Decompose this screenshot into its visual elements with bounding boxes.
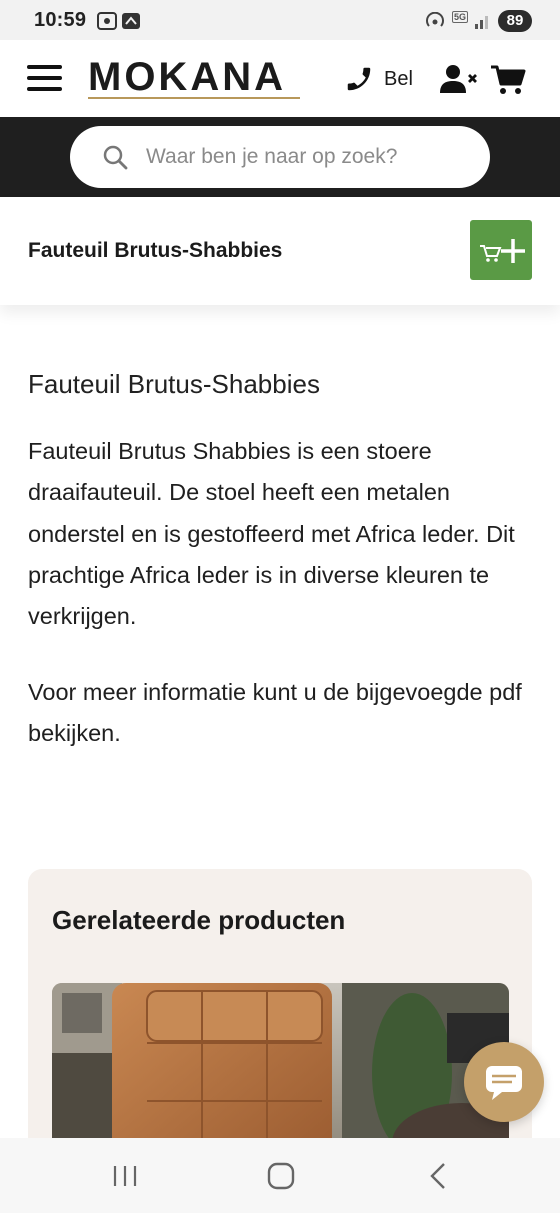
call-label: Bel bbox=[384, 67, 413, 90]
search-input[interactable] bbox=[146, 145, 466, 169]
screenshot-icon bbox=[97, 12, 117, 30]
product-bar: Fauteuil Brutus-Shabbies bbox=[0, 197, 560, 305]
chat-icon bbox=[486, 1066, 522, 1100]
site-logo[interactable]: MOKANA bbox=[88, 57, 300, 99]
cart-icon[interactable] bbox=[490, 64, 526, 96]
cart-plus-icon bbox=[480, 239, 525, 263]
notification-icon bbox=[122, 13, 140, 29]
network-badge: 5G bbox=[452, 11, 469, 23]
system-nav-bar bbox=[0, 1138, 560, 1213]
search-icon[interactable] bbox=[102, 144, 128, 170]
back-icon[interactable] bbox=[418, 1160, 458, 1192]
site-header: MOKANA Bel bbox=[0, 40, 560, 117]
logo-text: MOKANA bbox=[88, 55, 286, 99]
product-bar-title: Fauteuil Brutus-Shabbies bbox=[28, 239, 283, 262]
product-photo-chair bbox=[52, 983, 509, 1159]
logo-underline bbox=[88, 97, 300, 99]
call-button[interactable]: Bel bbox=[344, 63, 413, 95]
user-x-icon[interactable] bbox=[440, 64, 478, 94]
product-info-note: Voor meer informatie kunt u de bijgevoeg… bbox=[28, 679, 522, 747]
product-description-title: Fauteuil Brutus-Shabbies bbox=[28, 369, 320, 399]
search-bar bbox=[0, 117, 560, 197]
home-icon[interactable] bbox=[261, 1160, 301, 1192]
add-to-cart-button[interactable] bbox=[470, 220, 532, 280]
search-box[interactable] bbox=[70, 126, 490, 188]
status-time: 10:59 bbox=[34, 9, 87, 31]
hotspot-icon bbox=[426, 12, 444, 27]
status-bar: 10:59 5G 89 bbox=[0, 0, 560, 40]
related-product-image[interactable] bbox=[52, 983, 509, 1159]
related-products-section: Gerelateerde producten bbox=[28, 869, 532, 1159]
phone-icon bbox=[347, 67, 371, 91]
chat-button[interactable] bbox=[464, 1042, 544, 1122]
menu-icon[interactable] bbox=[27, 63, 63, 93]
product-description: Fauteuil Brutus Shabbies is een stoere d… bbox=[28, 438, 515, 630]
recent-apps-icon[interactable] bbox=[105, 1160, 145, 1192]
battery-level: 89 bbox=[498, 10, 532, 32]
signal-icon bbox=[475, 16, 488, 29]
related-products-title: Gerelateerde producten bbox=[52, 905, 346, 935]
